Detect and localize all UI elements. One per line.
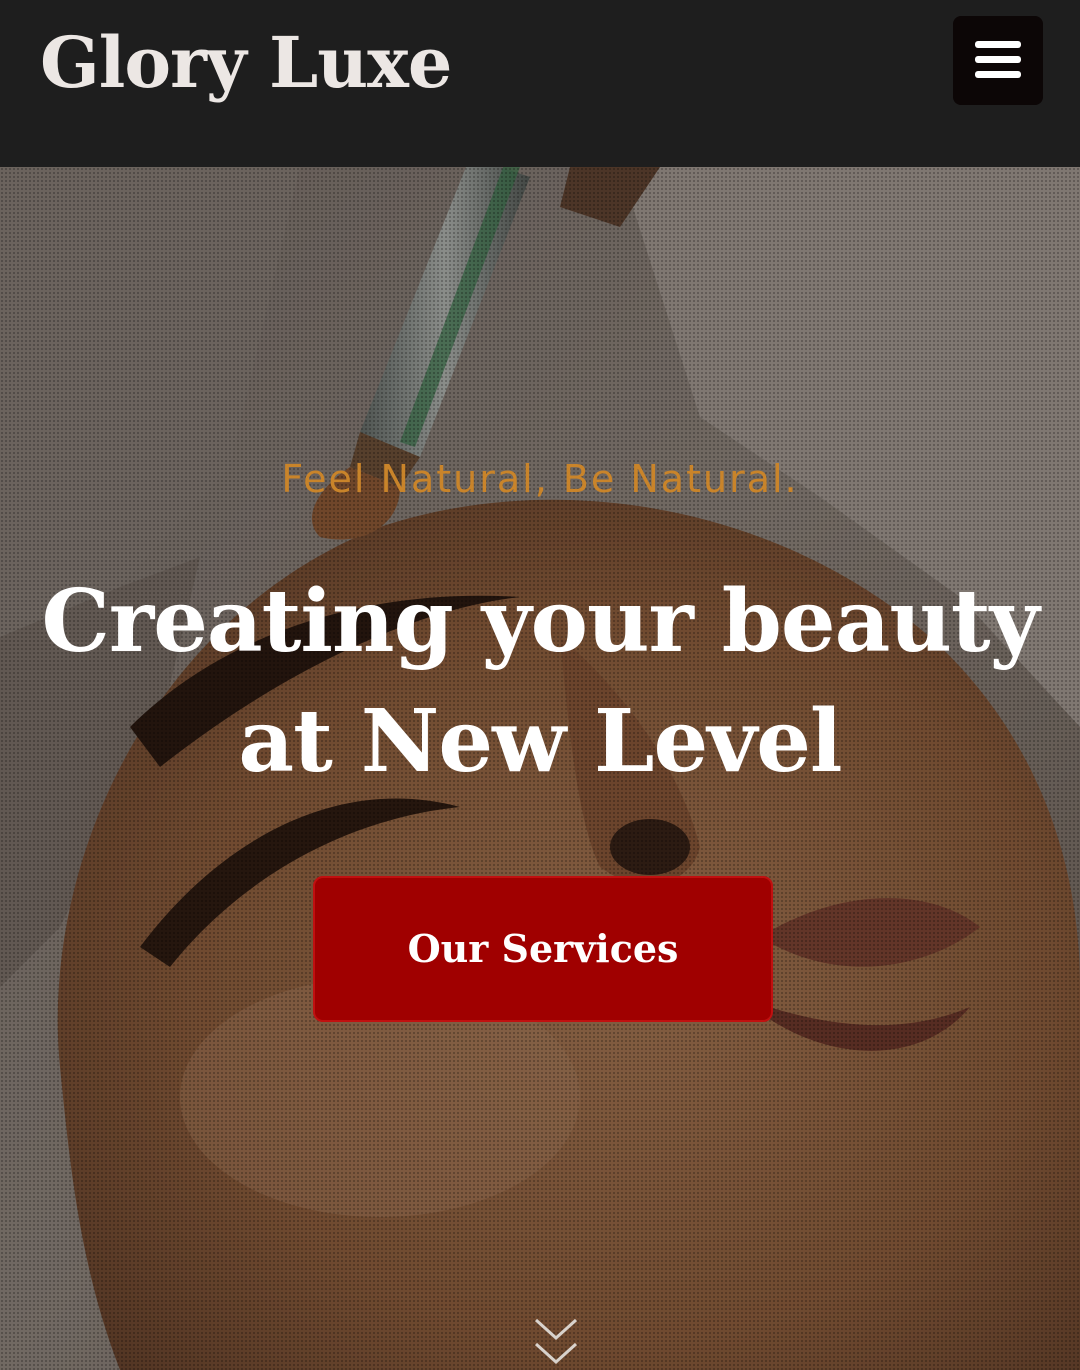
hamburger-menu-icon (975, 41, 1021, 79)
hero-headline: Creating your beauty at New Level (40, 562, 1040, 802)
hero-tagline: Feel Natural, Be Natural. (281, 457, 799, 501)
menu-button[interactable] (953, 16, 1043, 105)
our-services-button[interactable]: Our Services (313, 876, 773, 1022)
hero-section: Feel Natural, Be Natural. Creating your … (0, 167, 1080, 1370)
brand-logo-text[interactable]: Glory Luxe (40, 18, 452, 108)
hero-headline-line-2: at New Level (238, 691, 842, 792)
site-header: Glory Luxe (0, 0, 1080, 167)
double-chevron-down-icon[interactable] (532, 1314, 580, 1370)
hero-headline-line-1: Creating your beauty (41, 571, 1039, 672)
